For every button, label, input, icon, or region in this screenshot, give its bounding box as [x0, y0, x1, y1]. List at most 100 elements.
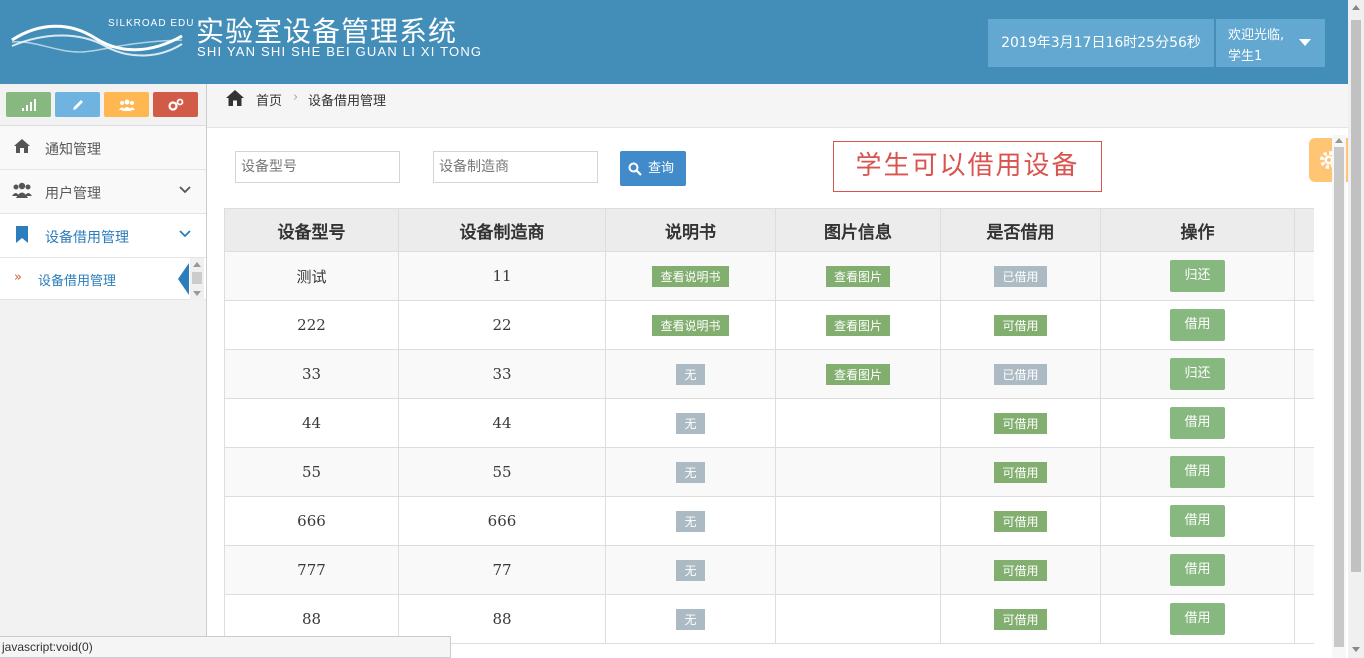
breadcrumb-home-link[interactable]: 首页 [256, 90, 282, 109]
app-subtitle: SHI YAN SHI SHE BEI GUAN LI XI TONG [197, 44, 483, 59]
query-button-label: 查询 [648, 161, 675, 176]
scroll-up-icon [1352, 5, 1360, 10]
action-cell: 借用 [1100, 496, 1295, 546]
scroll-thumb[interactable] [1334, 147, 1344, 647]
pencil-icon[interactable] [55, 92, 100, 117]
notice-box: 学生可以借用设备 [833, 141, 1102, 192]
spacer-cell [1294, 300, 1314, 350]
sidebar-item-device-borrow[interactable]: 设备借用管理 [0, 214, 206, 258]
chevron-down-icon [179, 186, 191, 194]
borrow-status-badge: 可借用 [994, 608, 1047, 630]
manual-cell: 无 [605, 545, 776, 595]
manual-cell: 无 [605, 398, 776, 448]
caret-down-icon [1299, 39, 1311, 46]
view-manual-button[interactable]: 查看说明书 [652, 265, 729, 287]
device-model-cell: 测试 [224, 251, 399, 301]
users-icon [12, 182, 32, 202]
table-row: 55 55 无 可借用 借用 [224, 447, 1314, 497]
view-image-button[interactable]: 查看图片 [825, 363, 890, 385]
column-header: 是否借用 [940, 208, 1101, 252]
scroll-thumb[interactable] [192, 272, 202, 284]
spacer-cell [1294, 251, 1314, 301]
return-button[interactable]: 归还 [1170, 260, 1225, 292]
device-model-cell: 666 [224, 496, 399, 546]
return-button[interactable]: 归还 [1170, 358, 1225, 390]
status-cell: 可借用 [940, 496, 1101, 546]
spacer-cell [1294, 349, 1314, 399]
users-icon[interactable] [104, 92, 149, 117]
signal-icon[interactable] [6, 92, 51, 117]
spacer-cell [1294, 594, 1314, 644]
manual-cell: 无 [605, 594, 776, 644]
borrow-button[interactable]: 借用 [1170, 554, 1225, 586]
table-row: 33 33 无 查看图片 已借用 归还 [224, 349, 1314, 399]
status-cell: 可借用 [940, 594, 1101, 644]
device-model-cell: 222 [224, 300, 399, 350]
window-scrollbar[interactable] [1348, 0, 1364, 658]
device-model-input[interactable] [235, 151, 400, 183]
sidebar-item-notice[interactable]: 通知管理 [0, 126, 206, 170]
scroll-down-icon [193, 291, 201, 296]
query-button[interactable]: 查询 [620, 151, 686, 186]
sidebar-subitem-device-borrow[interactable]: » 设备借用管理 [0, 258, 206, 300]
table-row: 222 22 查看说明书 查看图片 可借用 借用 [224, 300, 1314, 350]
table-body: 测试 11 查看说明书 查看图片 已借用 归还 222 22 查看说明书 查看图片 可借用 借用 33 3… [224, 251, 1314, 644]
image-cell [775, 398, 941, 448]
no-manual-badge: 无 [676, 608, 705, 630]
no-manual-badge: 无 [676, 412, 705, 434]
no-manual-badge: 无 [676, 559, 705, 581]
datetime-display: 2019年3月17日16时25分56秒 [988, 19, 1214, 67]
status-cell: 已借用 [940, 251, 1101, 301]
submenu-scrollbar[interactable] [190, 258, 204, 300]
table-header-row: 设备型号 设备制造商 说明书 图片信息 是否借用 操作 [224, 208, 1314, 252]
view-image-button[interactable]: 查看图片 [825, 265, 890, 287]
borrow-button[interactable]: 借用 [1170, 456, 1225, 488]
view-manual-button[interactable]: 查看说明书 [652, 314, 729, 336]
borrow-button[interactable]: 借用 [1170, 309, 1225, 341]
scroll-down-icon [1352, 647, 1360, 652]
scroll-up-icon [1335, 138, 1343, 143]
device-maker-input[interactable] [433, 151, 598, 183]
action-cell: 借用 [1100, 300, 1295, 350]
cogs-icon[interactable] [153, 92, 198, 117]
borrow-button[interactable]: 借用 [1170, 407, 1225, 439]
image-cell [775, 496, 941, 546]
status-cell: 可借用 [940, 398, 1101, 448]
sidebar-item-users[interactable]: 用户管理 [0, 170, 206, 214]
borrow-button[interactable]: 借用 [1170, 603, 1225, 635]
sidebar-item-label: 用户管理 [45, 186, 101, 202]
device-model-cell: 777 [224, 545, 399, 595]
no-manual-badge: 无 [676, 510, 705, 532]
device-maker-cell: 44 [398, 398, 606, 448]
image-cell [775, 447, 941, 497]
device-model-cell: 33 [224, 349, 399, 399]
device-table: 设备型号 设备制造商 说明书 图片信息 是否借用 操作 测试 11 查看说明书 查看图… [224, 208, 1314, 658]
spacer-cell [1294, 496, 1314, 546]
view-image-button[interactable]: 查看图片 [825, 314, 890, 336]
borrow-button[interactable]: 借用 [1170, 505, 1225, 537]
device-maker-cell: 22 [398, 300, 606, 350]
breadcrumb-current: 设备借用管理 [308, 94, 387, 109]
device-model-cell: 55 [224, 447, 399, 497]
device-maker-cell: 33 [398, 349, 606, 399]
search-icon [628, 162, 642, 176]
spacer-cell [1294, 545, 1314, 595]
sidebar-item-label: 设备借用管理 [45, 230, 129, 246]
device-maker-cell: 11 [398, 251, 606, 301]
user-menu[interactable]: 欢迎光临, 学生1 [1216, 19, 1325, 67]
image-cell: 查看图片 [775, 251, 941, 301]
borrow-status-badge: 可借用 [994, 461, 1047, 483]
borrow-status-badge: 可借用 [994, 314, 1047, 336]
column-header: 设备制造商 [398, 208, 606, 252]
username: 学生1 [1228, 49, 1263, 64]
borrow-status-badge: 已借用 [994, 265, 1047, 287]
device-maker-cell: 666 [398, 496, 606, 546]
content-scrollbar[interactable] [1332, 135, 1346, 658]
scroll-thumb[interactable] [1351, 20, 1361, 572]
column-header: 说明书 [605, 208, 776, 252]
no-manual-badge: 无 [676, 363, 705, 385]
status-cell: 可借用 [940, 300, 1101, 350]
manual-cell: 无 [605, 349, 776, 399]
manual-cell: 查看说明书 [605, 300, 776, 350]
device-maker-cell: 77 [398, 545, 606, 595]
